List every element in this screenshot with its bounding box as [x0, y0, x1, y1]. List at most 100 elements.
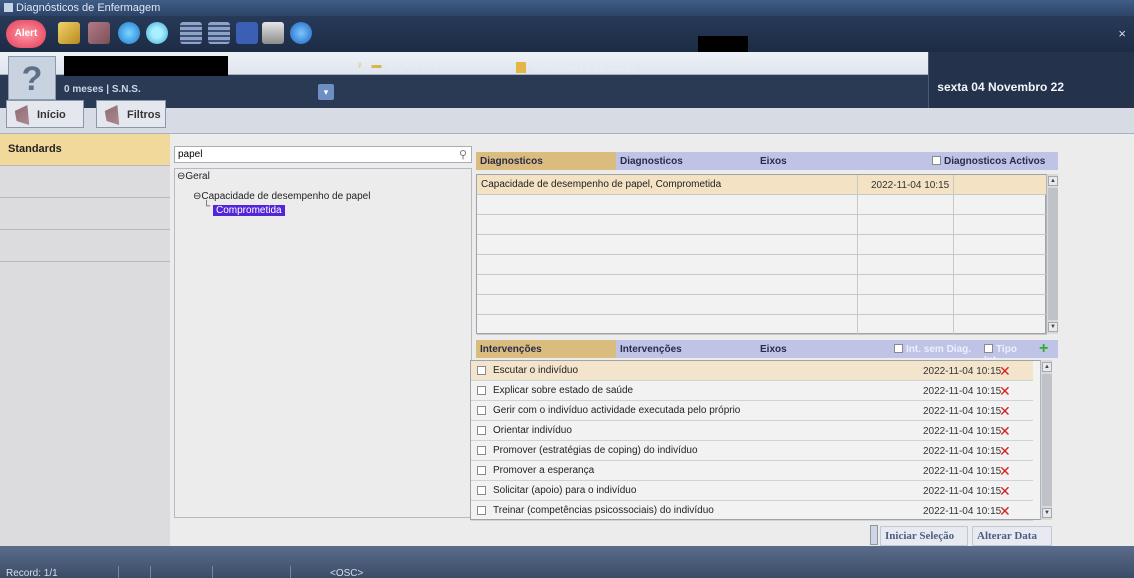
alterar-data-button[interactable]: Alterar Data	[972, 526, 1052, 546]
diagnostics-tab-eixos[interactable]: Eixos	[756, 152, 836, 170]
list-item[interactable]: Treinar (competências psicossociais) do …	[471, 501, 1033, 521]
intervention-date: 2022-11-04 10:15	[923, 506, 1002, 517]
classification-tree: ⊖Geral ⊖Capacidade de desempenho de pape…	[174, 168, 472, 518]
bed-icon: ▬	[371, 60, 382, 71]
scroll-thumb[interactable]	[1042, 374, 1052, 506]
expand-patient-button[interactable]: ▾	[318, 84, 334, 100]
tab-inicio[interactable]: Início	[6, 100, 84, 128]
no-diag-toggle[interactable]: Int. sem Diag.	[890, 340, 980, 358]
patient-age-sns: 0 meses | S.N.S.	[64, 84, 141, 95]
scroll-thumb[interactable]	[1048, 188, 1058, 320]
list-item[interactable]: Explicar sobre estado de saúde 2022-11-0…	[471, 381, 1033, 401]
table-row	[477, 255, 1047, 275]
search-input[interactable]	[175, 147, 445, 162]
intervention-date: 2022-11-04 10:15	[923, 446, 1002, 457]
scroll-down-icon[interactable]: ▼	[1048, 322, 1058, 332]
tree-node-child[interactable]: ⊖Capacidade de desempenho de papel	[193, 191, 370, 202]
scroll-up-icon[interactable]: ▲	[1042, 362, 1052, 372]
list-item[interactable]: Escutar o indivíduo 2022-11-04 10:15 ✕	[471, 361, 1033, 381]
active-diagnostics-label: Diagnosticos Activos	[944, 156, 1046, 167]
sidebar-item-empty[interactable]	[0, 230, 170, 262]
gender-icon: ♀	[356, 60, 364, 71]
status-separator	[150, 566, 151, 578]
intervention-checkbox[interactable]	[477, 466, 486, 475]
close-icon[interactable]: ×	[1118, 26, 1126, 41]
sidebar-item-empty[interactable]	[0, 198, 170, 230]
search-box: ⚲	[174, 146, 472, 163]
delete-icon[interactable]: ✕	[999, 463, 1011, 480]
sidebar-item-empty[interactable]	[0, 166, 170, 198]
osc-indicator: <OSC>	[330, 568, 364, 578]
pencil-icon[interactable]	[58, 22, 80, 44]
diagnostics-tab-2[interactable]: Diagnosticos	[616, 152, 756, 170]
interventions-scrollbar[interactable]: ▲ ▼	[1040, 360, 1052, 520]
spin-control[interactable]	[870, 525, 878, 545]
diagnostics-scrollbar[interactable]: ▲ ▼	[1046, 174, 1058, 334]
globe-icon[interactable]	[118, 22, 140, 44]
avatar: ?	[8, 56, 56, 100]
list-item[interactable]: Orientar indivíduo 2022-11-04 10:15 ✕	[471, 421, 1033, 441]
intervention-name: Treinar (competências psicossociais) do …	[493, 505, 714, 516]
no-diag-label: Int. sem Diag.	[906, 344, 972, 355]
table-row	[477, 275, 1047, 295]
active-diagnostics-toggle[interactable]: Diagnosticos Activos	[928, 152, 1056, 170]
diagnosis-date: 2022-11-04 10:15	[871, 180, 950, 191]
intervention-date: 2022-11-04 10:15	[923, 366, 1002, 377]
interventions-tab-2[interactable]: Intervenções	[616, 340, 756, 358]
delete-icon[interactable]: ✕	[999, 403, 1011, 420]
active-diagnostics-checkbox[interactable]	[932, 156, 941, 165]
diagnostics-list: Capacidade de desempenho de papel, Compr…	[476, 174, 1047, 335]
help-icon[interactable]	[290, 22, 312, 44]
scroll-down-icon[interactable]: ▼	[1042, 508, 1052, 518]
intervention-checkbox[interactable]	[477, 406, 486, 415]
delete-icon[interactable]: ✕	[999, 423, 1011, 440]
window-titlebar: Diagnósticos de Enfermagem	[0, 0, 1134, 16]
tab-filtros[interactable]: Filtros	[96, 100, 166, 128]
intervention-checkbox[interactable]	[477, 366, 486, 375]
no-diag-checkbox[interactable]	[894, 344, 903, 353]
admission-info: Admissão:18-10-2022 |	[516, 62, 635, 74]
grid-remove-icon[interactable]	[208, 22, 230, 44]
status-separator	[212, 566, 213, 578]
alert-logo-button[interactable]: Alert	[6, 20, 46, 48]
interventions-list: Escutar o indivíduo 2022-11-04 10:15 ✕ E…	[470, 360, 1044, 521]
intervention-checkbox[interactable]	[477, 506, 486, 515]
delete-icon[interactable]: ✕	[999, 483, 1011, 500]
print-icon[interactable]	[262, 22, 284, 44]
eraser-icon[interactable]	[88, 22, 110, 44]
type-checkbox[interactable]	[984, 344, 993, 353]
list-item[interactable]: Promover a esperança 2022-11-04 10:15 ✕	[471, 461, 1033, 481]
calendar-icon	[516, 62, 526, 73]
intervention-checkbox[interactable]	[477, 446, 486, 455]
type-toggle[interactable]: Tipo Int.	[980, 340, 1038, 366]
save-icon[interactable]	[236, 22, 258, 44]
list-item[interactable]: Solicitar (apoio) para o indivíduo 2022-…	[471, 481, 1033, 501]
tree-node-root[interactable]: ⊖Geral	[177, 171, 210, 182]
delete-icon[interactable]: ✕	[999, 443, 1011, 460]
intervention-checkbox[interactable]	[477, 426, 486, 435]
interventions-tab-1[interactable]: Intervenções	[476, 340, 616, 358]
search-icon[interactable]: ⚲	[459, 148, 467, 161]
scroll-up-icon[interactable]: ▲	[1048, 176, 1058, 186]
table-row[interactable]: Capacidade de desempenho de papel, Compr…	[477, 175, 1047, 195]
list-item[interactable]: Promover (estratégias de coping) do indi…	[471, 441, 1033, 461]
grid-add-icon[interactable]	[180, 22, 202, 44]
tree-connector: └	[203, 201, 211, 212]
window-title: Diagnósticos de Enfermagem	[16, 2, 161, 14]
add-icon[interactable]: +	[1036, 340, 1056, 358]
tree-node-leaf-selected[interactable]: Comprometida	[213, 205, 285, 216]
diagnostics-tab-1[interactable]: Diagnosticos	[476, 152, 616, 170]
delete-icon[interactable]: ✕	[999, 363, 1011, 380]
table-row	[477, 195, 1047, 215]
intervention-checkbox[interactable]	[477, 386, 486, 395]
iniciar-selecao-button[interactable]: Iniciar Seleção	[880, 526, 968, 546]
interventions-tab-eixos[interactable]: Eixos	[756, 340, 836, 358]
sidebar-item-standards[interactable]: Standards	[0, 134, 170, 166]
patient-name-redacted	[64, 56, 228, 76]
delete-icon[interactable]: ✕	[999, 383, 1011, 400]
intervention-checkbox[interactable]	[477, 486, 486, 495]
delete-icon[interactable]: ✕	[999, 503, 1011, 520]
list-item[interactable]: Gerir com o indivíduo actividade executa…	[471, 401, 1033, 421]
refresh-icon[interactable]	[146, 22, 168, 44]
current-date: sexta 04 Novembro 22	[937, 80, 1064, 94]
